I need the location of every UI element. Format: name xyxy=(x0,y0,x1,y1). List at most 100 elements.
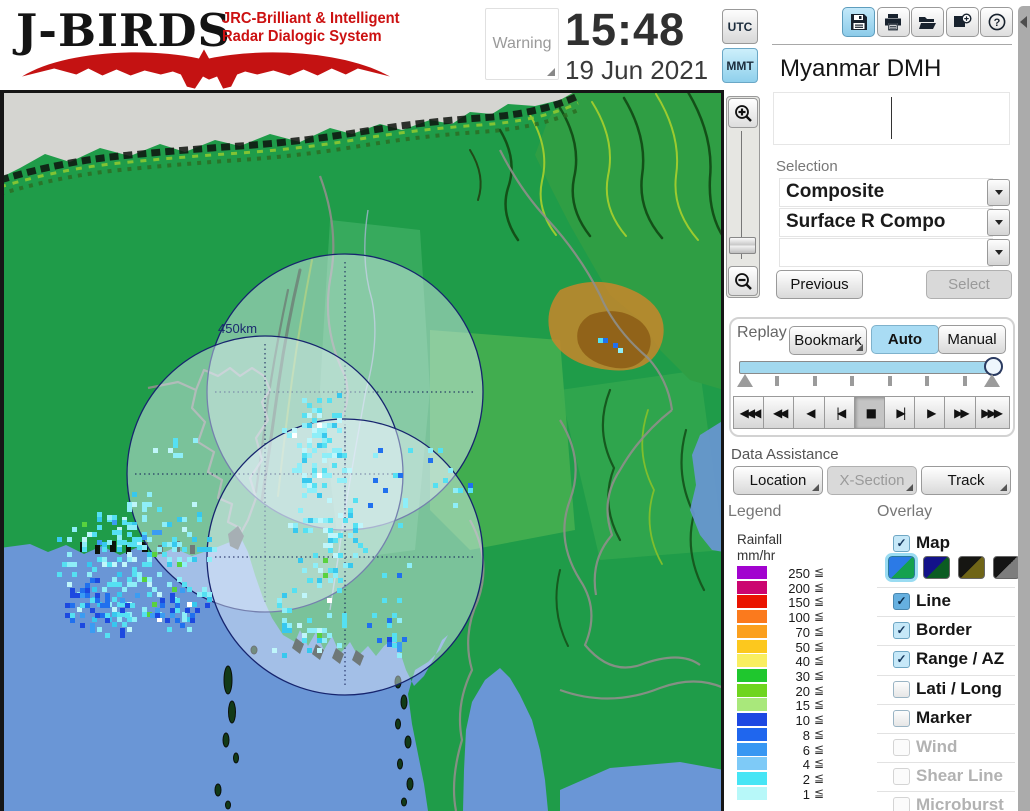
svg-text:?: ? xyxy=(993,17,1000,29)
legend-item: 15 ≦ xyxy=(725,697,870,713)
product-type-dropdown-arrow[interactable] xyxy=(987,179,1010,206)
product-type-dropdown: Composite xyxy=(779,178,1010,207)
previous-button[interactable]: Previous xyxy=(776,270,863,299)
print-button[interactable] xyxy=(876,7,910,37)
slider-tick xyxy=(775,376,779,386)
legend-operator: ≦ xyxy=(814,594,825,609)
checkbox[interactable]: ✓ xyxy=(893,534,910,552)
legend-color-swatch xyxy=(737,669,767,683)
overlay-item-lati-long[interactable]: Lati / Long xyxy=(877,675,1015,702)
warning-label: Warning xyxy=(492,35,552,52)
overlay-item-shear-line: Shear Line xyxy=(877,762,1015,789)
legend-color-swatch xyxy=(737,713,767,727)
overlay-item-range-az[interactable]: ✓ Range / AZ xyxy=(877,645,1015,672)
chevron-down-icon xyxy=(994,220,1003,225)
overlay-item-marker[interactable]: Marker xyxy=(877,704,1015,731)
timezone-utc-button[interactable]: UTC xyxy=(722,9,758,44)
slider-tick xyxy=(963,376,967,386)
map-zoom-control xyxy=(726,96,760,298)
style-black-olive[interactable] xyxy=(958,556,985,579)
station-display-box[interactable] xyxy=(773,92,1010,145)
ring-south xyxy=(206,418,484,696)
help-button[interactable]: ? xyxy=(980,7,1013,37)
floppy-disk-icon xyxy=(850,14,867,30)
radar-map-viewport[interactable]: 450km xyxy=(0,90,726,811)
replay-timeline-slider[interactable] xyxy=(739,361,1001,374)
overlay-item-label: Microburst xyxy=(916,795,1004,811)
save-button[interactable] xyxy=(842,7,875,37)
rainfall-legend: Rainfall mm/hr 250 ≦ 200 ≦ 150 ≦ 100 ≦ 7… xyxy=(725,530,870,811)
jump-end-button[interactable]: ▶▶▶ xyxy=(974,396,1010,429)
product-dropdown-arrow[interactable] xyxy=(987,209,1010,236)
overlay-item-border[interactable]: ✓ Border xyxy=(877,616,1015,643)
range-start-marker[interactable] xyxy=(737,374,753,387)
checkbox[interactable]: ✓ xyxy=(893,592,910,610)
checkbox[interactable]: ✓ xyxy=(893,621,910,639)
overlay-item-label: Marker xyxy=(916,708,972,727)
checkbox[interactable]: ✓ xyxy=(893,650,910,668)
style-black-gray[interactable] xyxy=(993,556,1020,579)
legend-operator: ≦ xyxy=(814,565,825,579)
legend-item: 6 ≦ xyxy=(725,742,870,758)
select-button[interactable]: Select xyxy=(926,270,1012,299)
zoom-slider-thumb[interactable] xyxy=(729,237,756,254)
product-type-value[interactable]: Composite xyxy=(779,178,993,207)
legend-color-swatch xyxy=(737,683,767,697)
overlay-item-label: Lati / Long xyxy=(916,679,1002,698)
station-name: Myanmar DMH xyxy=(780,55,942,82)
bookmark-button[interactable]: Bookmark xyxy=(789,326,867,355)
style-blue-green[interactable] xyxy=(885,553,918,582)
legend-value: 50 xyxy=(795,639,810,655)
panel-collapse-strip[interactable] xyxy=(1018,6,1030,811)
range-end-marker[interactable] xyxy=(984,374,1000,387)
auto-mode-button[interactable]: Auto xyxy=(871,325,939,354)
zoom-out-button[interactable] xyxy=(728,266,758,296)
overlay-item-wind: Wind xyxy=(877,733,1015,760)
legend-item: 2 ≦ xyxy=(725,771,870,787)
collapse-arrow-icon xyxy=(1020,16,1027,28)
legend-value: 6 xyxy=(802,742,810,758)
add-image-button[interactable] xyxy=(945,7,979,37)
help-icon: ? xyxy=(988,13,1005,31)
legend-item: 10 ≦ xyxy=(725,712,870,728)
legend-operator: ≦ xyxy=(814,712,825,727)
option-value[interactable] xyxy=(779,238,993,267)
overlay-item-line[interactable]: ✓ Line xyxy=(877,587,1015,614)
selection-label: Selection xyxy=(776,158,838,175)
checkbox[interactable] xyxy=(893,709,910,727)
option-dropdown xyxy=(779,238,1010,267)
overlay-item-map[interactable]: ✓ Map xyxy=(877,530,1015,556)
legend-item: 8 ≦ xyxy=(725,727,870,743)
slider-tick xyxy=(925,376,930,386)
timezone-mmt-button[interactable]: MMT xyxy=(722,48,758,83)
warning-button[interactable]: Warning xyxy=(485,8,559,80)
x-section-button[interactable]: X-Section xyxy=(827,466,917,495)
location-button[interactable]: Location xyxy=(733,466,823,495)
checkbox[interactable] xyxy=(893,680,910,698)
text-caret xyxy=(891,97,892,139)
range-ring-distance-label: 450km xyxy=(218,321,257,336)
manual-mode-button[interactable]: Manual xyxy=(938,325,1006,354)
overlay-item-label: Shear Line xyxy=(916,766,1003,785)
open-folder-button[interactable] xyxy=(911,7,944,37)
option-dropdown-arrow[interactable] xyxy=(987,239,1010,266)
toolbar-separator xyxy=(772,44,1012,45)
product-value[interactable]: Surface R Compo xyxy=(779,208,993,237)
zoom-in-button[interactable] xyxy=(728,98,758,128)
legend-color-swatch xyxy=(737,757,767,771)
data-assistance-label: Data Assistance xyxy=(731,446,839,463)
legend-unit-line2: mm/hr xyxy=(737,548,776,563)
slider-tick xyxy=(887,376,892,386)
replay-label: Replay xyxy=(737,324,787,341)
overlay-item-label: Range / AZ xyxy=(916,649,1005,668)
overlay-item-label: Line xyxy=(916,591,951,610)
map-style-swatches xyxy=(885,553,1020,583)
legend-item: 70 ≦ xyxy=(725,624,870,640)
style-navy-darkgreen[interactable] xyxy=(923,556,950,579)
magnifier-minus-icon xyxy=(734,272,752,290)
legend-unit-line1: Rainfall xyxy=(737,532,783,547)
app-logo: J-BIRDS JRC-Brilliant & Intelligent Rada… xyxy=(8,2,406,89)
legend-color-swatch xyxy=(737,580,767,594)
track-button[interactable]: Track xyxy=(921,466,1011,495)
legend-color-swatch xyxy=(737,772,767,786)
